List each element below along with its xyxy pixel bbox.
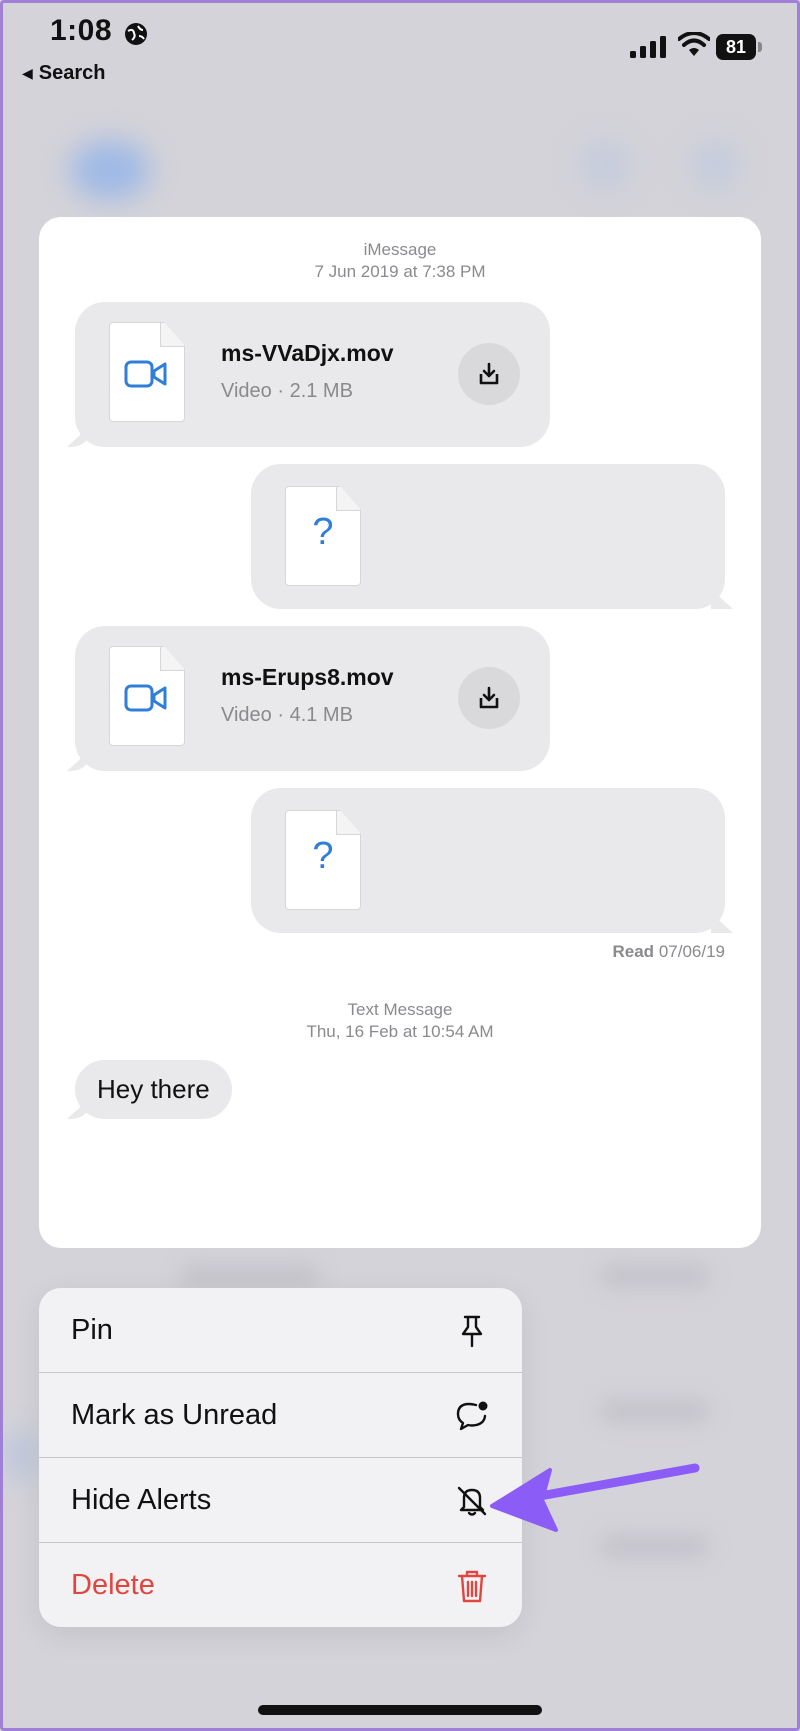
message-service-header: Text Message Thu, 16 Feb at 10:54 AM	[39, 999, 761, 1043]
attachment-name: ms-Erups8.mov	[221, 664, 394, 690]
back-triangle-icon: ◀	[22, 65, 33, 81]
menu-item-label: Mark as Unread	[71, 1399, 278, 1431]
pin-icon	[461, 1315, 483, 1347]
globe-icon	[125, 23, 147, 45]
menu-item-label: Pin	[71, 1314, 113, 1346]
video-file-icon	[109, 322, 185, 422]
menu-item-delete[interactable]: Delete	[39, 1543, 522, 1627]
video-file-icon	[109, 646, 185, 746]
conversation-preview[interactable]: iMessage 7 Jun 2019 at 7:38 PM ms-VVaDjx…	[39, 217, 761, 1248]
menu-item-label: Delete	[71, 1569, 155, 1601]
unknown-file-icon: ?	[285, 486, 361, 586]
unread-bubble-icon	[456, 1401, 488, 1430]
menu-item-hide-alerts[interactable]: Hide Alerts	[39, 1458, 522, 1543]
battery-tip	[758, 42, 762, 52]
timestamp-label: 7 Jun 2019 at 7:38 PM	[314, 262, 486, 281]
back-to-search-button[interactable]: ◀ Search	[22, 62, 106, 85]
read-label: Read	[612, 942, 655, 961]
menu-item-mark-as-unread[interactable]: Mark as Unread	[39, 1373, 522, 1458]
annotation-arrow-icon	[490, 1463, 700, 1532]
attachment-bubble[interactable]: ms-Erups8.mov Video · 4.1 MB	[75, 626, 550, 771]
attachment-name: ms-VVaDjx.mov	[221, 340, 394, 366]
message-text: Hey there	[97, 1074, 210, 1104]
battery-level: 81	[716, 34, 756, 60]
home-indicator[interactable]	[258, 1705, 542, 1715]
message-service-header: iMessage 7 Jun 2019 at 7:38 PM	[39, 239, 761, 283]
unknown-attachment-bubble[interactable]: ?	[251, 464, 725, 609]
download-button[interactable]	[458, 667, 520, 729]
attachment-details: Video · 2.1 MB	[221, 380, 353, 402]
attachment-bubble[interactable]: ms-VVaDjx.mov Video · 2.1 MB	[75, 302, 550, 447]
unknown-attachment-bubble[interactable]: ?	[251, 788, 725, 933]
back-label: Search	[38, 62, 106, 84]
attachment-details: Video · 4.1 MB	[221, 704, 353, 726]
download-icon	[479, 362, 499, 385]
menu-item-pin[interactable]: Pin	[39, 1288, 522, 1373]
download-button[interactable]	[458, 343, 520, 405]
cellular-signal-icon	[630, 36, 666, 58]
question-mark: ?	[312, 835, 334, 877]
service-label: iMessage	[363, 240, 437, 259]
trash-icon	[457, 1570, 487, 1602]
wifi-icon	[678, 32, 710, 56]
question-mark: ?	[312, 511, 334, 553]
read-receipt: Read 07/06/19	[613, 942, 726, 962]
status-time: 1:08	[50, 14, 113, 47]
download-icon	[479, 686, 499, 709]
battery-indicator: 81	[716, 34, 762, 60]
video-camera-icon	[124, 360, 167, 388]
menu-item-label: Hide Alerts	[71, 1484, 212, 1516]
timestamp-label: Thu, 16 Feb at 10:54 AM	[306, 1022, 494, 1041]
video-camera-icon	[124, 684, 167, 712]
unknown-file-icon: ?	[285, 810, 361, 910]
context-menu: Pin Mark as Unread Hide Alerts Delete	[39, 1288, 522, 1627]
service-label: Text Message	[347, 1000, 453, 1019]
message-bubble[interactable]: Hey there	[75, 1060, 232, 1119]
read-date: 07/06/19	[658, 942, 725, 961]
